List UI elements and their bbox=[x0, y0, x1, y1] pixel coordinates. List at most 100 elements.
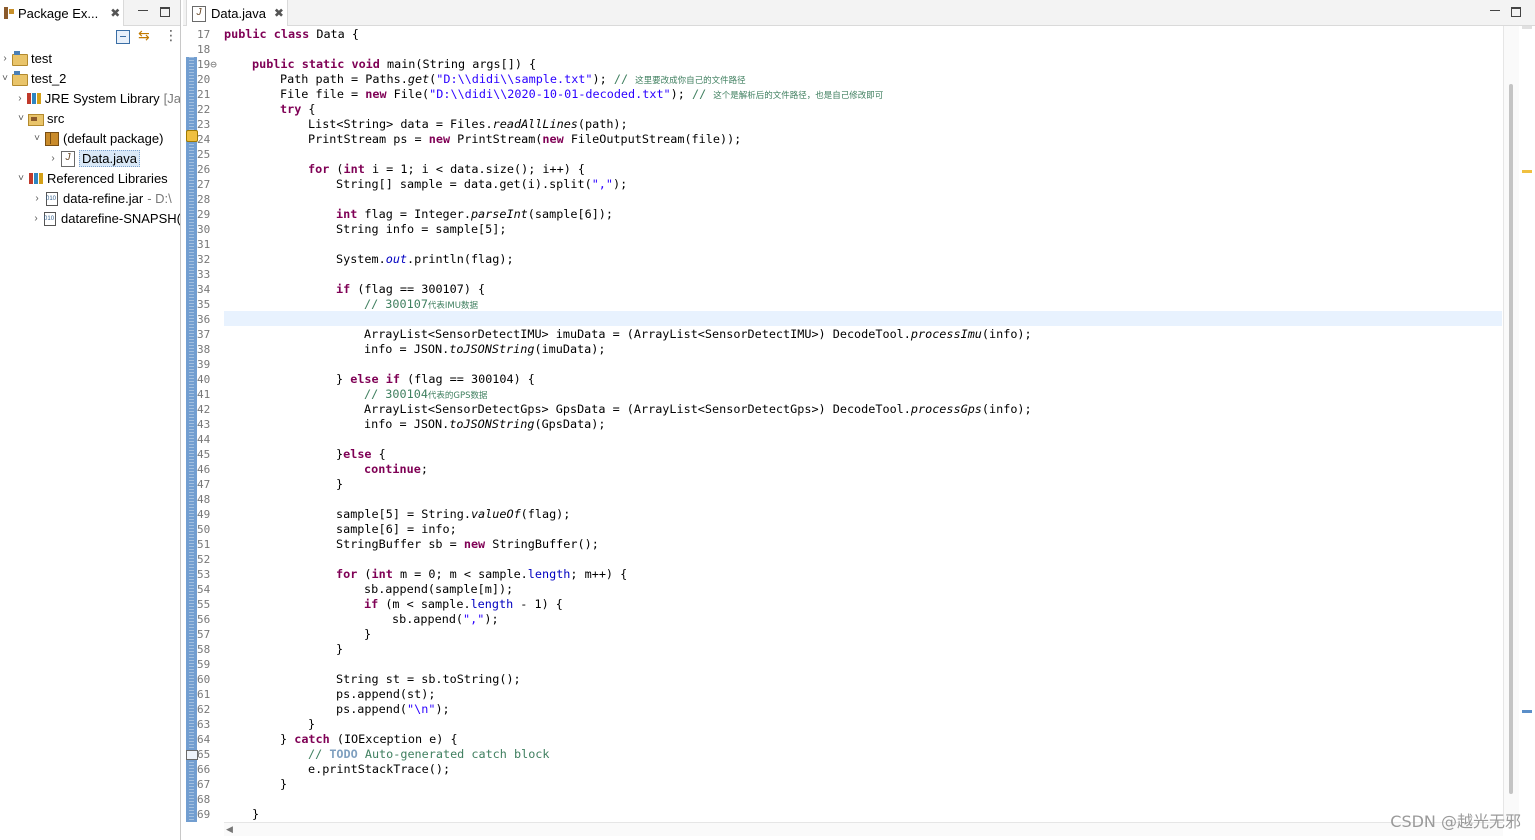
tree-item-data-refine-jar[interactable]: › data-refine.jar - D:\ bbox=[0, 188, 180, 208]
expand-arrow-icon[interactable]: › bbox=[32, 193, 42, 204]
tree-item-test[interactable]: › test bbox=[0, 48, 180, 68]
minimize-icon[interactable] bbox=[137, 5, 149, 17]
tree-item-datarefine-snapshot[interactable]: › datarefine-SNAPSH( bbox=[0, 208, 180, 228]
code-line: } else if (flag == 300104) { bbox=[336, 372, 535, 386]
tree-item-referenced-libraries[interactable]: ˅ Referenced Libraries bbox=[0, 168, 180, 188]
line-number: 57 bbox=[197, 628, 211, 641]
code-line: } bbox=[336, 477, 344, 491]
line-number: 64 bbox=[197, 733, 211, 746]
line-number: 62 bbox=[197, 703, 211, 716]
line-number: 66 bbox=[197, 763, 211, 776]
code-line: public class Data { bbox=[224, 27, 359, 41]
code-line: int flag = Integer.parseInt(sample[6]); bbox=[336, 207, 614, 221]
library-icon bbox=[28, 171, 44, 185]
tree-item-label: Referenced Libraries bbox=[47, 170, 168, 186]
maximize-icon[interactable] bbox=[160, 7, 170, 17]
code-line: info = JSON.toJSONString(GpsData); bbox=[364, 417, 606, 431]
package-explorer-tabbar: Package Ex... ✖ bbox=[0, 0, 180, 26]
code-line: } bbox=[364, 627, 372, 641]
line-number: 27 bbox=[197, 178, 211, 191]
line-number: 63 bbox=[197, 718, 211, 731]
tree-item-label: JRE System Library bbox=[44, 90, 160, 106]
line-number: 24 bbox=[197, 133, 211, 146]
line-number: 32 bbox=[197, 253, 211, 266]
line-number: 43 bbox=[197, 418, 211, 431]
tree-item-label: Data.java bbox=[79, 149, 140, 167]
library-icon bbox=[26, 91, 42, 105]
close-icon[interactable]: ✖ bbox=[274, 6, 284, 20]
package-explorer-tab-label: Package Ex... bbox=[18, 5, 99, 21]
code-line: Path path = Paths.get("D:\\didi\\sample.… bbox=[280, 72, 746, 86]
link-with-editor-icon[interactable] bbox=[138, 27, 152, 44]
code-line: sample[6] = info; bbox=[336, 522, 457, 536]
code-line: String[] sample = data.get(i).split(",")… bbox=[336, 177, 628, 191]
tree-item-default-package[interactable]: ˅ (default package) bbox=[0, 128, 180, 148]
code-line: if (m < sample.length - 1) { bbox=[364, 597, 563, 611]
minimize-icon[interactable] bbox=[1489, 5, 1501, 17]
code-area[interactable]: 17 18 19⊖ 20 21 22 23 24 25 26 27 28 29 30 31 32 33 34 35 3… bbox=[183, 26, 1535, 822]
view-menu-icon[interactable] bbox=[160, 27, 178, 44]
expand-arrow-icon[interactable]: › bbox=[48, 153, 58, 164]
line-number: 18 bbox=[197, 43, 211, 56]
code-line: PrintStream ps = new PrintStream(new Fil… bbox=[308, 132, 742, 146]
tree-item-src[interactable]: ˅ src bbox=[0, 108, 180, 128]
line-number: 49 bbox=[197, 508, 211, 521]
tree-item-data-java[interactable]: › Data.java bbox=[0, 148, 180, 168]
line-number: 65 bbox=[197, 748, 211, 761]
line-number: 25 bbox=[197, 148, 211, 161]
tree-item-label: test bbox=[31, 50, 52, 66]
code-line: sb.append(sample[m]); bbox=[364, 582, 514, 596]
line-number: 39 bbox=[197, 358, 211, 371]
line-number: 19⊖ bbox=[197, 58, 217, 71]
tree-item-test-2[interactable]: ˅ test_2 bbox=[0, 68, 180, 88]
code-line: ArrayList<SensorDetectGps> GpsData = (Ar… bbox=[364, 402, 1032, 416]
expand-arrow-icon[interactable]: › bbox=[16, 93, 24, 104]
task-marker[interactable] bbox=[1522, 710, 1532, 713]
code-line: } bbox=[308, 717, 316, 731]
vertical-scrollbar[interactable] bbox=[1503, 26, 1519, 822]
line-number: 54 bbox=[197, 583, 211, 596]
horizontal-scrollbar[interactable]: ◀ bbox=[224, 822, 1503, 836]
tree-item-detail: [Ja bbox=[163, 90, 181, 106]
code-line: ps.append("\n"); bbox=[336, 702, 450, 716]
expand-arrow-icon[interactable]: › bbox=[0, 53, 10, 64]
line-number: 56 bbox=[197, 613, 211, 626]
code-line: } bbox=[280, 777, 288, 791]
line-number: 21 bbox=[197, 88, 211, 101]
expand-arrow-icon[interactable]: › bbox=[32, 213, 40, 224]
package-explorer-view: Package Ex... ✖ › test ˅ test_2 › JRE Sy… bbox=[0, 0, 181, 840]
code-line: System.out.println(flag); bbox=[336, 252, 514, 266]
warning-marker[interactable] bbox=[1522, 170, 1532, 173]
line-number: 28 bbox=[197, 193, 211, 206]
tab-data-java[interactable]: Data.java ✖ bbox=[186, 0, 288, 26]
overview-ruler[interactable] bbox=[1519, 26, 1535, 822]
line-number: 31 bbox=[197, 238, 211, 251]
package-explorer-tab[interactable]: Package Ex... ✖ bbox=[0, 0, 124, 26]
change-ruler bbox=[186, 57, 197, 822]
collapse-arrow-icon[interactable]: ˅ bbox=[0, 73, 10, 84]
close-icon[interactable]: ✖ bbox=[110, 6, 120, 20]
scroll-left-icon[interactable]: ◀ bbox=[226, 824, 233, 835]
tree-item-label: data-refine.jar bbox=[63, 190, 144, 206]
line-number: 59 bbox=[197, 658, 211, 671]
current-line-highlight bbox=[224, 311, 1502, 326]
code-line: } bbox=[252, 807, 260, 821]
line-number: 42 bbox=[197, 403, 211, 416]
code-line: // 300107代表IMU数据 bbox=[364, 297, 478, 311]
scrollbar-thumb[interactable] bbox=[1509, 84, 1513, 794]
code-line: } bbox=[336, 642, 344, 656]
collapse-all-icon[interactable] bbox=[116, 30, 130, 44]
tree-item-jre-system-library[interactable]: › JRE System Library [Ja bbox=[0, 88, 181, 108]
collapse-arrow-icon[interactable]: ˅ bbox=[32, 133, 42, 144]
jar-icon bbox=[42, 211, 58, 226]
line-number: 22 bbox=[197, 103, 211, 116]
collapse-arrow-icon[interactable]: ˅ bbox=[16, 173, 26, 184]
line-number: 34 bbox=[197, 283, 211, 296]
code-line: sb.append(","); bbox=[392, 612, 499, 626]
editor-tab-label: Data.java bbox=[211, 5, 266, 21]
code-line: e.printStackTrace(); bbox=[308, 762, 451, 776]
collapse-arrow-icon[interactable]: ˅ bbox=[16, 113, 26, 124]
line-number: 38 bbox=[197, 343, 211, 356]
maximize-icon[interactable] bbox=[1511, 7, 1521, 17]
java-file-icon bbox=[60, 151, 76, 167]
